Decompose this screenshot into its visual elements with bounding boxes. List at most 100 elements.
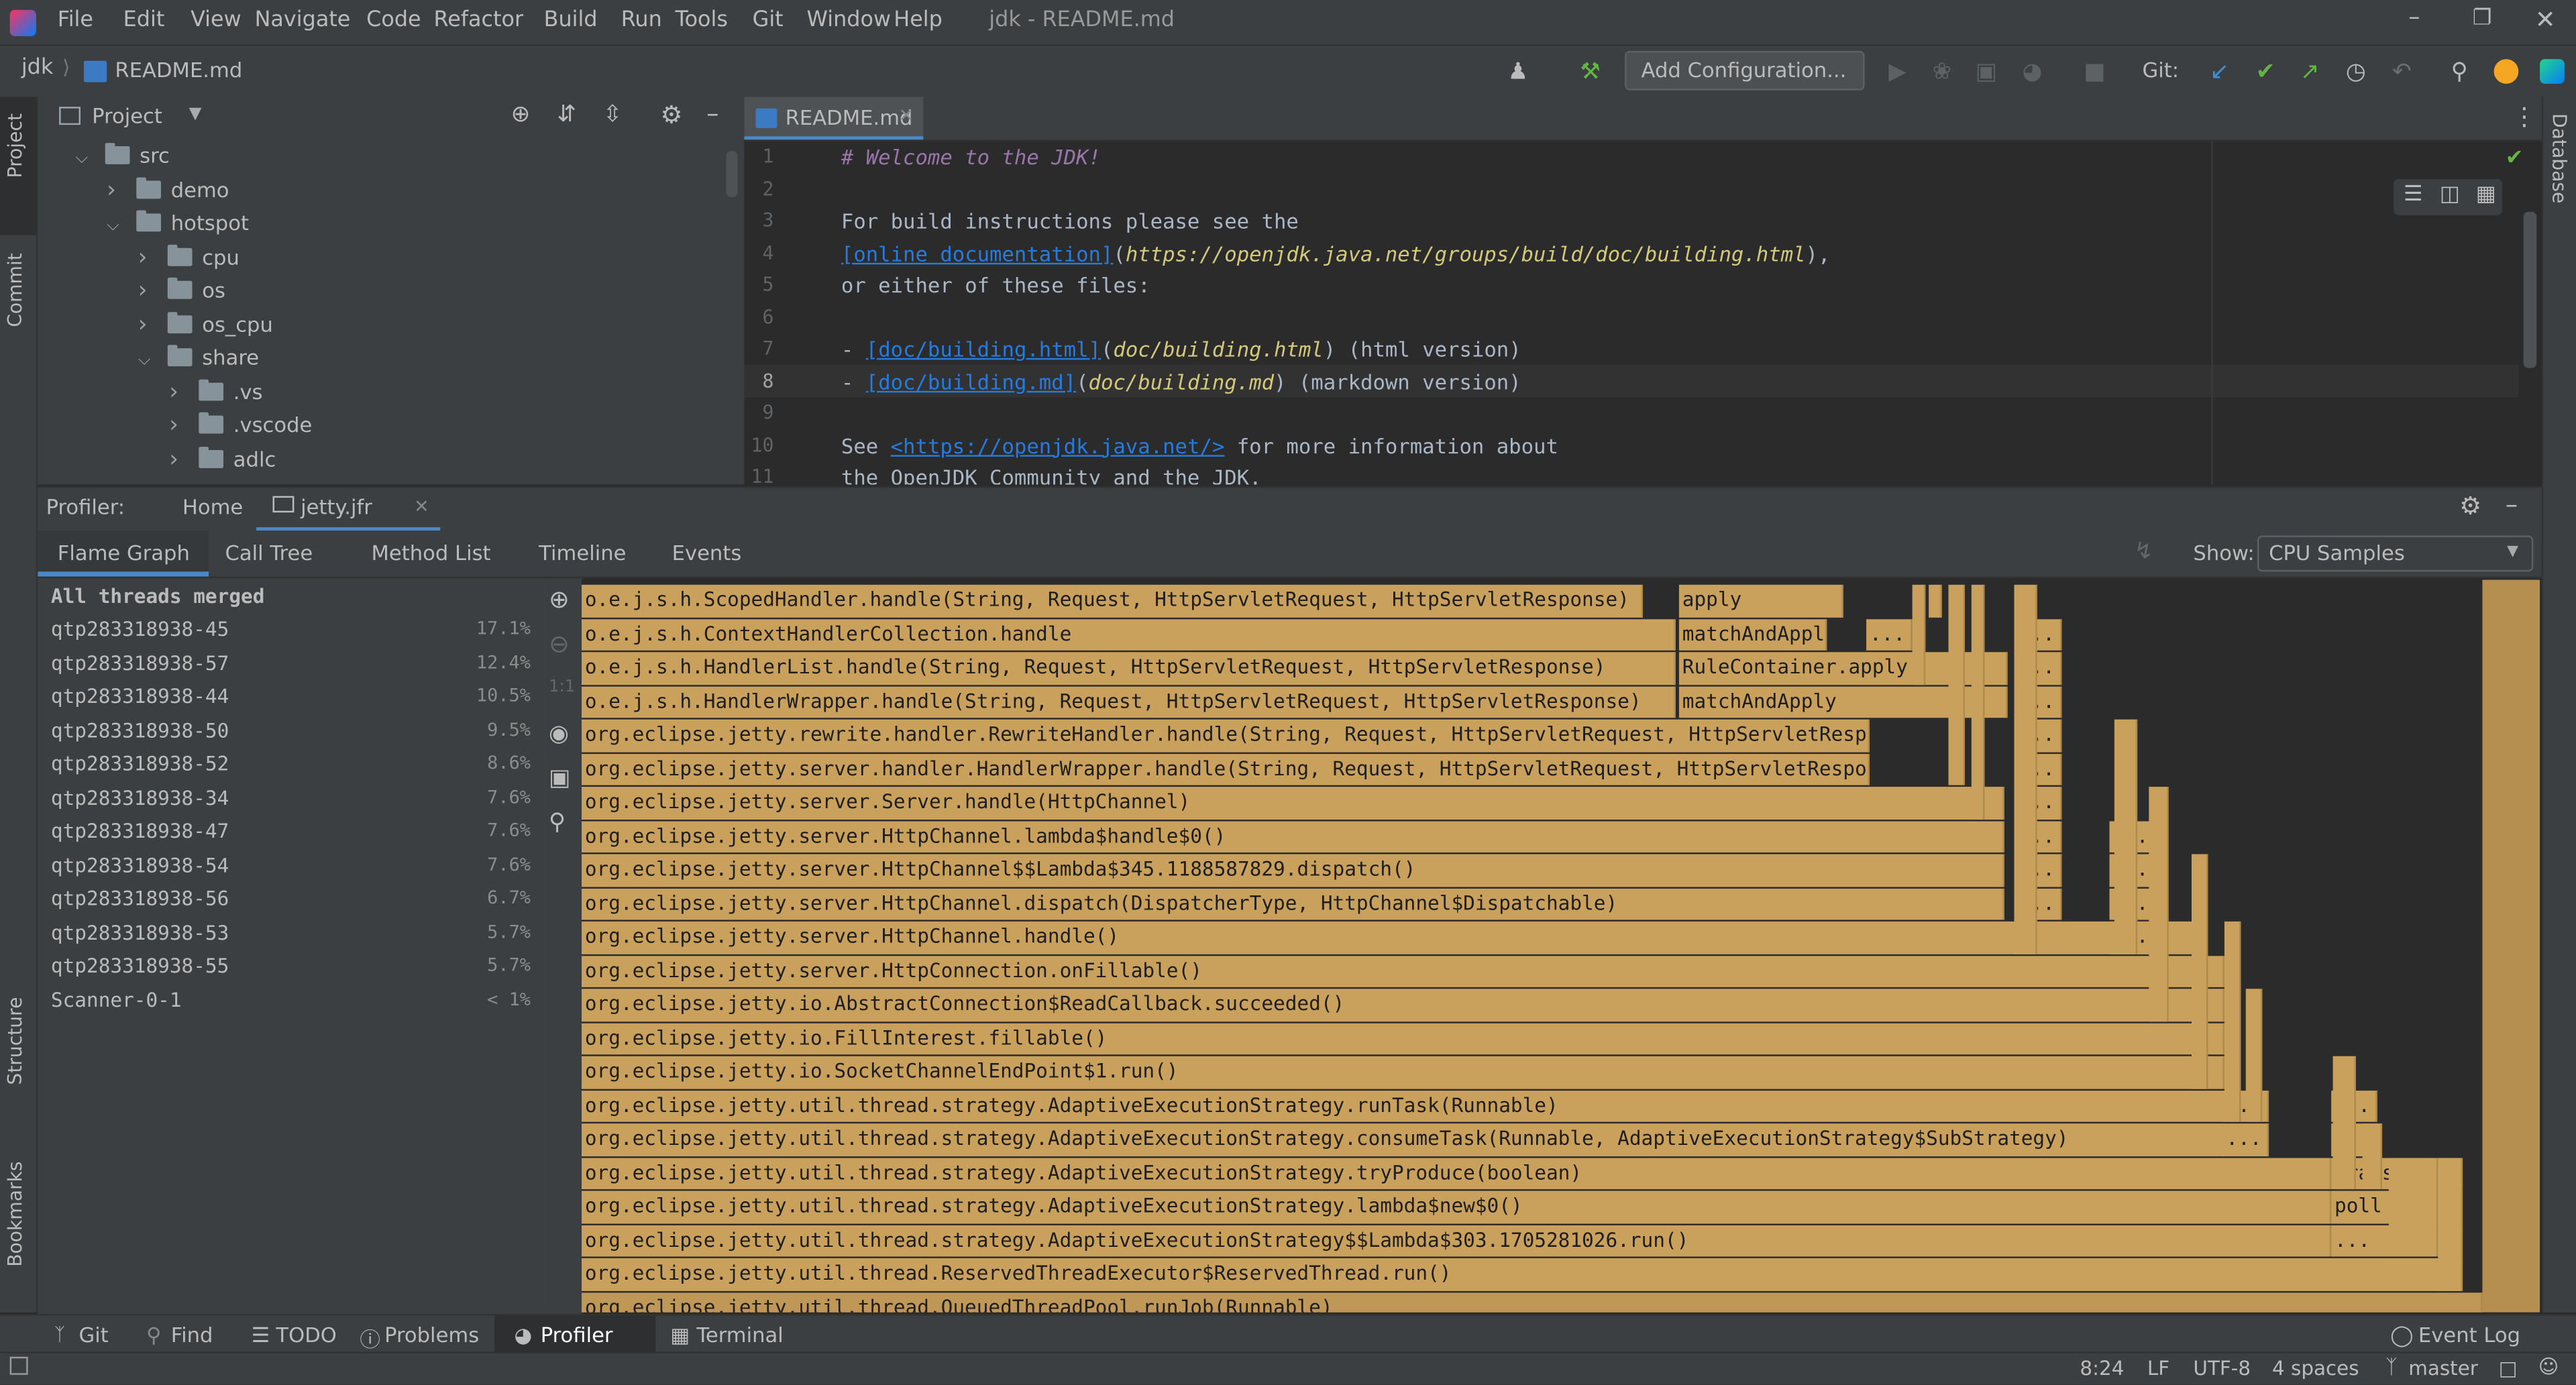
flame-frame[interactable]: org.eclipse.jetty.util.thread.strategy.A…	[581, 1157, 2332, 1190]
debug-icon[interactable]: ❀	[1927, 59, 1957, 85]
menu-code[interactable]: Code	[366, 8, 421, 33]
flame-frame-sliver[interactable]	[2114, 719, 2138, 954]
chevron-down-icon[interactable]: ⌵	[138, 345, 158, 378]
code-line[interactable]: [online documentation](https://openjdk.j…	[841, 241, 1831, 266]
close-tab-icon[interactable]: ✕	[899, 105, 914, 127]
tool-tab-project[interactable]: Project	[3, 113, 26, 178]
tool-tab-structure[interactable]: Structure	[3, 997, 26, 1085]
flame-frame[interactable]: org.eclipse.jetty.io.SocketChannelEndPoi…	[581, 1056, 2224, 1089]
actual-size-icon[interactable]: 1:1	[549, 678, 575, 696]
file-encoding[interactable]: UTF-8	[2193, 1357, 2251, 1380]
tree-item[interactable]: › .vs	[169, 376, 262, 408]
flame-frame[interactable]: org.eclipse.jetty.util.thread.ReservedTh…	[581, 1258, 2463, 1290]
gear-icon[interactable]: ⚙	[660, 100, 682, 129]
restore-icon[interactable]: ❐	[2473, 7, 2492, 32]
chevron-right-icon[interactable]: ›	[138, 308, 158, 341]
breadcrumb-file[interactable]: README.md	[115, 58, 242, 82]
flame-frame-sliver[interactable]	[1971, 584, 1985, 819]
git-branch[interactable]: master	[2408, 1357, 2478, 1380]
close-tab-icon[interactable]: ✕	[414, 496, 429, 518]
thread-row[interactable]: qtp283318938-57 12.4%	[51, 647, 531, 679]
bottom-tab-profiler[interactable]: Profiler	[541, 1322, 613, 1347]
flame-frame[interactable]: ...	[2222, 1123, 2269, 1156]
user-icon[interactable]: ♟	[1503, 59, 1533, 85]
flame-frame[interactable]: o.e.j.s.h.HandlerWrapper.handle(String, …	[581, 685, 1676, 718]
thread-row[interactable]: qtp283318938-56 6.7%	[51, 882, 531, 915]
thread-row[interactable]: qtp283318938-53 5.7%	[51, 916, 531, 948]
profile-run-icon[interactable]: ◕	[2017, 59, 2047, 85]
add-configuration-button[interactable]: Add Configuration...	[1625, 50, 1865, 91]
stop-icon[interactable]: ■	[2080, 59, 2109, 85]
flame-frame[interactable]: apply	[1678, 584, 1843, 617]
git-history-icon[interactable]: ◷	[2341, 59, 2371, 85]
flame-frame[interactable]: o.e.j.s.h.ScopedHandler.handle(String, R…	[581, 584, 1643, 617]
tool-tab-bookmarks[interactable]: Bookmarks	[3, 1161, 26, 1266]
thread-row[interactable]: Scanner-0-1 < 1%	[51, 983, 531, 1016]
minimize-icon[interactable]: –	[2408, 5, 2420, 31]
chevron-down-icon[interactable]: ▼	[189, 105, 202, 123]
git-rollback-icon[interactable]: ↶	[2387, 59, 2416, 85]
chevron-down-icon[interactable]: ⌵	[107, 210, 126, 243]
git-push-icon[interactable]: ↗	[2295, 59, 2324, 85]
bottom-tab-terminal[interactable]: Terminal	[696, 1322, 783, 1347]
inspection-ok-icon[interactable]: ✔	[2506, 146, 2524, 171]
tab-flame-graph[interactable]: Flame Graph	[38, 531, 209, 577]
lock-icon[interactable]: □	[2499, 1357, 2518, 1380]
inspector-icon[interactable]: ☺	[2538, 1355, 2559, 1378]
bottom-tab-git[interactable]: Git	[79, 1322, 109, 1347]
search-icon[interactable]: ⚲	[549, 810, 566, 836]
code-view[interactable]: 1 # Welcome to the JDK! 2 3 For build instru…	[744, 141, 2541, 485]
project-scrollbar[interactable]	[726, 151, 738, 197]
git-commit-icon[interactable]: ✔	[2251, 59, 2280, 85]
code-line[interactable]: or either of these files:	[841, 273, 1150, 298]
indent-setting[interactable]: 4 spaces	[2272, 1357, 2359, 1380]
menu-tools[interactable]: Tools	[676, 8, 728, 33]
split-view-icon[interactable]: ◫	[2440, 182, 2460, 207]
flame-frame[interactable]: matchAndApply	[1678, 618, 1827, 651]
flame-frame[interactable]: org.eclipse.jetty.server.Server.handle(H…	[581, 787, 2004, 819]
editor-tab-readme[interactable]: README.md ✕	[744, 97, 924, 140]
code-line[interactable]: the OpenJDK Community and the JDK.	[841, 465, 1262, 484]
event-log-button[interactable]: Event Log	[2418, 1322, 2520, 1347]
flame-frame[interactable]: org.eclipse.jetty.util.thread.strategy.A…	[581, 1123, 2224, 1156]
editor-only-icon[interactable]: ☰	[2404, 182, 2423, 207]
menu-run[interactable]: Run	[621, 8, 662, 33]
flame-frame-sliver[interactable]	[2362, 1123, 2383, 1190]
zoom-in-icon[interactable]: ⊕	[549, 585, 570, 614]
flame-frame-sliver[interactable]	[1929, 584, 1942, 617]
flame-frame[interactable]: org.eclipse.jetty.util.thread.QueuedThre…	[581, 1292, 2483, 1313]
tree-item[interactable]: › os	[138, 274, 225, 307]
flame-frame[interactable]: org.eclipse.jetty.io.AbstractConnection$…	[581, 989, 2224, 1021]
close-icon[interactable]: ✕	[2535, 5, 2556, 34]
flame-frame-sliver[interactable]	[2332, 1056, 2356, 1190]
tab-timeline[interactable]: Timeline	[539, 541, 626, 565]
thread-row[interactable]: qtp283318938-45 17.1%	[51, 612, 531, 645]
search-everywhere-icon[interactable]: ⚲	[2445, 59, 2474, 85]
tree-item[interactable]: › .vscode	[169, 409, 312, 442]
chevron-right-icon[interactable]: ›	[138, 274, 158, 307]
tool-tab-commit[interactable]: Commit	[3, 253, 26, 327]
chevron-right-icon[interactable]: ›	[169, 376, 189, 408]
eye-icon[interactable]: ◉	[549, 721, 569, 747]
thread-row[interactable]: qtp283318938-34 7.6%	[51, 781, 531, 814]
more-options-icon[interactable]: ⋮	[2512, 102, 2537, 131]
tree-item[interactable]: ⌵ share	[138, 341, 259, 374]
tree-item[interactable]: › cpu	[138, 241, 239, 274]
flame-frame[interactable]: org.eclipse.jetty.server.HttpConnection.…	[581, 955, 2224, 987]
tree-item[interactable]: ⌵ hotspot	[107, 207, 249, 240]
camera-icon[interactable]: ▣	[549, 765, 570, 791]
chevron-right-icon[interactable]: ›	[169, 409, 189, 442]
flame-frame[interactable]: ...	[1866, 618, 1913, 651]
flame-frame-sliver[interactable]	[2438, 1157, 2463, 1290]
line-separator[interactable]: LF	[2147, 1357, 2169, 1380]
editor-scrollbar[interactable]	[2523, 211, 2537, 368]
build-hammer-icon[interactable]: ⚒	[1576, 59, 1605, 85]
git-update-icon[interactable]: ↙	[2205, 59, 2235, 85]
updates-icon[interactable]	[2493, 59, 2519, 84]
tab-events[interactable]: Events	[672, 541, 742, 565]
layout-toggle-icon[interactable]	[9, 1356, 28, 1375]
menu-build[interactable]: Build	[544, 8, 598, 33]
menu-edit[interactable]: Edit	[123, 8, 165, 33]
tool-tab-database[interactable]: Database	[2548, 113, 2571, 203]
menu-git[interactable]: Git	[753, 8, 784, 33]
